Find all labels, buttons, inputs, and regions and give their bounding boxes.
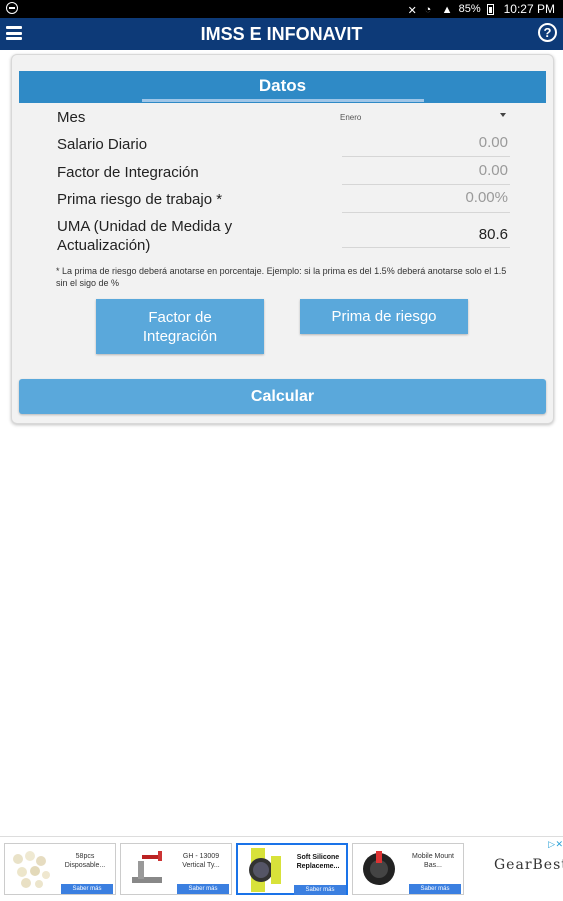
ad-banner[interactable]: 58pcs Disposable... Saber más GH - 13009… [0, 836, 563, 901]
notification-icon [6, 2, 18, 14]
chevron-down-icon[interactable] [500, 113, 506, 117]
mes-select[interactable]: Enero [340, 113, 361, 122]
clock: 10:27 PM [503, 2, 555, 16]
signal-icon: ▲ [441, 3, 453, 16]
salario-label: Salario Diario [57, 136, 148, 153]
prima-note: * La prima de riesgo deberá anotarse en … [56, 266, 507, 288]
ad-close-icon[interactable]: ✕ [555, 839, 563, 850]
mes-label: Mes [57, 109, 86, 126]
app-bar: IMSS E INFONAVIT ? [0, 18, 563, 50]
ad-item[interactable]: GH - 13009 Vertical Ty... Saber más [120, 843, 232, 895]
factor-integracion-label: Factor de Integración [142, 308, 218, 345]
calcular-button[interactable]: Calcular [19, 379, 546, 414]
product-image [8, 847, 54, 891]
prima-riesgo-button[interactable]: Prima de riesgo [300, 299, 468, 334]
ad-learn-more-button[interactable]: Saber más [294, 885, 346, 895]
salario-underline [342, 156, 510, 157]
ad-item[interactable]: Mobile Mount Bas... Saber más [352, 843, 464, 895]
mute-icon: ✕ [407, 4, 417, 17]
prima-label: Prima riesgo de trabajo * [57, 191, 223, 208]
app-title: IMSS E INFONAVIT [200, 24, 363, 44]
ad-text: 58pcs Disposable... [64, 853, 106, 869]
ad-text: GH - 13009 Vertical Ty... [182, 853, 220, 869]
product-image [356, 847, 402, 891]
status-bar: ✕ ◔ ▲ 85% 10:27 PM [0, 0, 563, 18]
wifi-icon: ◔ [424, 3, 432, 16]
uma-input[interactable]: 80.6 [479, 226, 508, 243]
ad-text: Soft Silicone Replaceme... [296, 854, 340, 870]
ad-text: Mobile Mount Bas... [411, 853, 455, 869]
ad-learn-more-button[interactable]: Saber más [177, 884, 229, 894]
battery-percent: 85% [458, 3, 481, 15]
header-underline [142, 99, 424, 102]
ad-learn-more-button[interactable]: Saber más [409, 884, 461, 894]
battery-icon [486, 3, 494, 15]
factor-input[interactable]: 0.00 [479, 162, 508, 179]
help-icon[interactable]: ? [538, 23, 557, 42]
uma-underline [342, 247, 510, 248]
prima-underline [342, 212, 510, 213]
product-image [241, 848, 287, 892]
factor-label: Factor de Integración [57, 164, 199, 181]
form-card: Datos Mes Enero Salario Diario 0.00 Fact… [11, 54, 554, 424]
ad-learn-more-button[interactable]: Saber más [61, 884, 113, 894]
ad-info-icon[interactable]: ▷ [548, 839, 555, 850]
factor-underline [342, 184, 510, 185]
ad-brand-logo[interactable]: GearBest [494, 857, 563, 873]
ad-item[interactable]: 58pcs Disposable... Saber más [4, 843, 116, 895]
prima-input[interactable]: 0.00% [465, 189, 508, 206]
uma-label: UMA (Unidad de Medida y Actualización) [57, 218, 233, 254]
factor-integracion-button[interactable]: Factor de Integración [96, 299, 264, 354]
salario-input[interactable]: 0.00 [479, 134, 508, 151]
ad-item[interactable]: Soft Silicone Replaceme... Saber más [236, 843, 348, 895]
product-image [124, 847, 170, 891]
